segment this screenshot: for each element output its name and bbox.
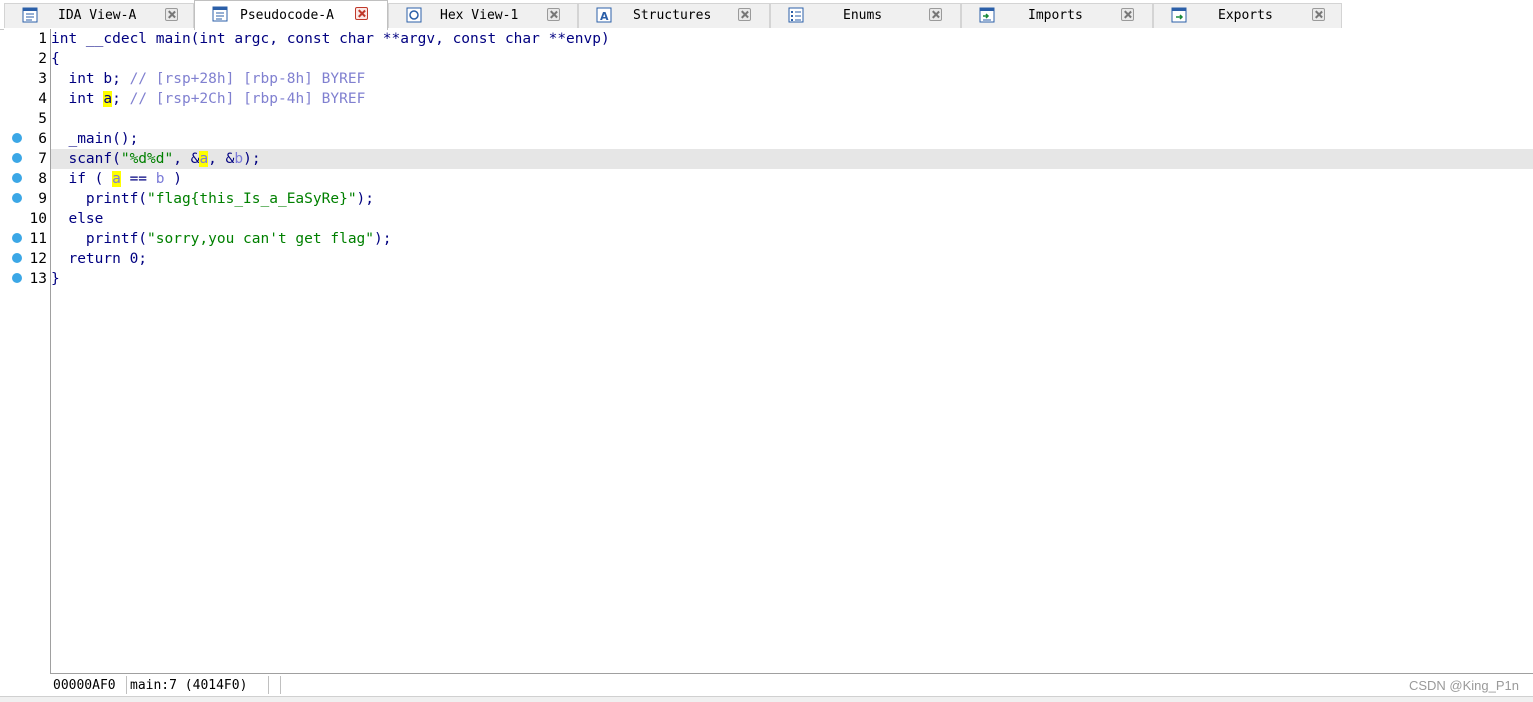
local-variable[interactable]: b	[156, 171, 165, 187]
tab-structures[interactable]: A Structures	[578, 3, 770, 28]
code-line[interactable]: int __cdecl main(int argc, const char **…	[51, 29, 1533, 49]
highlighted-variable[interactable]: a	[199, 151, 209, 167]
breakpoint-dot-icon[interactable]	[12, 273, 22, 283]
line-number: 2	[38, 51, 47, 67]
breakpoint-dot-icon[interactable]	[12, 233, 22, 243]
code-line[interactable]: int b; // [rsp+28h] [rbp-8h] BYREF	[51, 69, 1533, 89]
divider	[126, 676, 127, 694]
pseudocode-icon	[212, 6, 228, 22]
pseudocode-view[interactable]: 1 2 3 4 5 6 7 8 9 10 11 12 13 int __cdec…	[4, 29, 1533, 696]
line-number: 1	[38, 31, 47, 47]
tab-label: Hex View-1	[440, 8, 519, 23]
tab-label: Exports	[1218, 8, 1273, 23]
disassembly-icon	[22, 7, 38, 23]
hex-icon	[406, 7, 422, 23]
tab-ida-view-a[interactable]: IDA View-A	[4, 3, 194, 28]
close-icon[interactable]	[165, 8, 178, 21]
svg-text:A: A	[600, 10, 609, 23]
breakpoint-dot-icon[interactable]	[12, 133, 22, 143]
code-line[interactable]: int a; // [rsp+2Ch] [rbp-4h] BYREF	[51, 89, 1533, 109]
line-number: 5	[38, 111, 47, 127]
code-line[interactable]: return 0;	[51, 249, 1533, 269]
code-line[interactable]: printf("flag{this_Is_a_EaSyRe}");	[51, 189, 1533, 209]
tab-label: Enums	[843, 8, 883, 23]
highlighted-variable[interactable]: a	[103, 91, 113, 107]
line-number: 10	[29, 211, 47, 227]
string-literal: "%d%d"	[120, 151, 174, 167]
status-offset: 00000AF0	[53, 678, 116, 693]
divider	[268, 676, 269, 694]
comment: // [rsp+2Ch] [rbp-4h] BYREF	[129, 91, 366, 107]
close-icon[interactable]	[1312, 8, 1325, 21]
window-bottom-edge	[0, 696, 1533, 702]
breakpoint-dot-icon[interactable]	[12, 173, 22, 183]
highlighted-variable[interactable]: a	[112, 171, 121, 187]
tab-label: Structures	[633, 8, 712, 23]
breakpoint-dot-icon[interactable]	[12, 193, 22, 203]
code-area[interactable]: int __cdecl main(int argc, const char **…	[51, 29, 1533, 673]
tab-pseudocode-a[interactable]: Pseudocode-A	[194, 0, 388, 30]
code-line[interactable]	[51, 109, 1533, 129]
current-code-line[interactable]: scanf("%d%d", &a, &b);	[51, 149, 1533, 169]
line-number: 4	[38, 91, 47, 107]
comment: // [rsp+28h] [rbp-8h] BYREF	[129, 71, 366, 87]
watermark: CSDN @King_P1n	[1408, 678, 1519, 693]
close-icon[interactable]	[355, 7, 368, 20]
code-line[interactable]: printf("sorry,you can't get flag");	[51, 229, 1533, 249]
line-number: 3	[38, 71, 47, 87]
code-line[interactable]: }	[51, 269, 1533, 289]
tab-exports[interactable]: Exports	[1153, 3, 1342, 28]
tab-label: Imports	[1028, 8, 1083, 23]
status-location: main:7 (4014F0)	[130, 678, 248, 693]
tab-hex-view-1[interactable]: Hex View-1	[388, 3, 578, 28]
code-line[interactable]: else	[51, 209, 1533, 229]
close-icon[interactable]	[929, 8, 942, 21]
imports-icon	[979, 7, 995, 23]
close-icon[interactable]	[738, 8, 751, 21]
code-line[interactable]: if ( a == b )	[51, 169, 1533, 189]
exports-icon	[1171, 7, 1187, 23]
tab-imports[interactable]: Imports	[961, 3, 1153, 28]
code-line[interactable]: {	[51, 49, 1533, 69]
close-icon[interactable]	[1121, 8, 1134, 21]
tab-bar: IDA View-A Pseudocode-A Hex View-1 A Str…	[0, 0, 1533, 30]
line-number-gutter[interactable]: 1 2 3 4 5 6 7 8 9 10 11 12 13	[4, 29, 51, 673]
enums-icon	[788, 7, 804, 23]
status-bar: 00000AF0 main:7 (4014F0) CSDN @King_P1n	[50, 673, 1533, 697]
divider	[280, 676, 281, 694]
breakpoint-dot-icon[interactable]	[12, 253, 22, 263]
breakpoint-dot-icon[interactable]	[12, 153, 22, 163]
tab-enums[interactable]: Enums	[770, 3, 961, 28]
structures-icon: A	[596, 7, 612, 23]
close-icon[interactable]	[547, 8, 560, 21]
tab-label: Pseudocode-A	[240, 8, 334, 23]
string-literal: "flag{this_Is_a_EaSyRe}"	[147, 191, 357, 207]
tab-label: IDA View-A	[58, 8, 137, 23]
code-line[interactable]: _main();	[51, 129, 1533, 149]
local-variable[interactable]: b	[234, 151, 243, 167]
string-literal: "sorry,you can't get flag"	[147, 231, 375, 247]
